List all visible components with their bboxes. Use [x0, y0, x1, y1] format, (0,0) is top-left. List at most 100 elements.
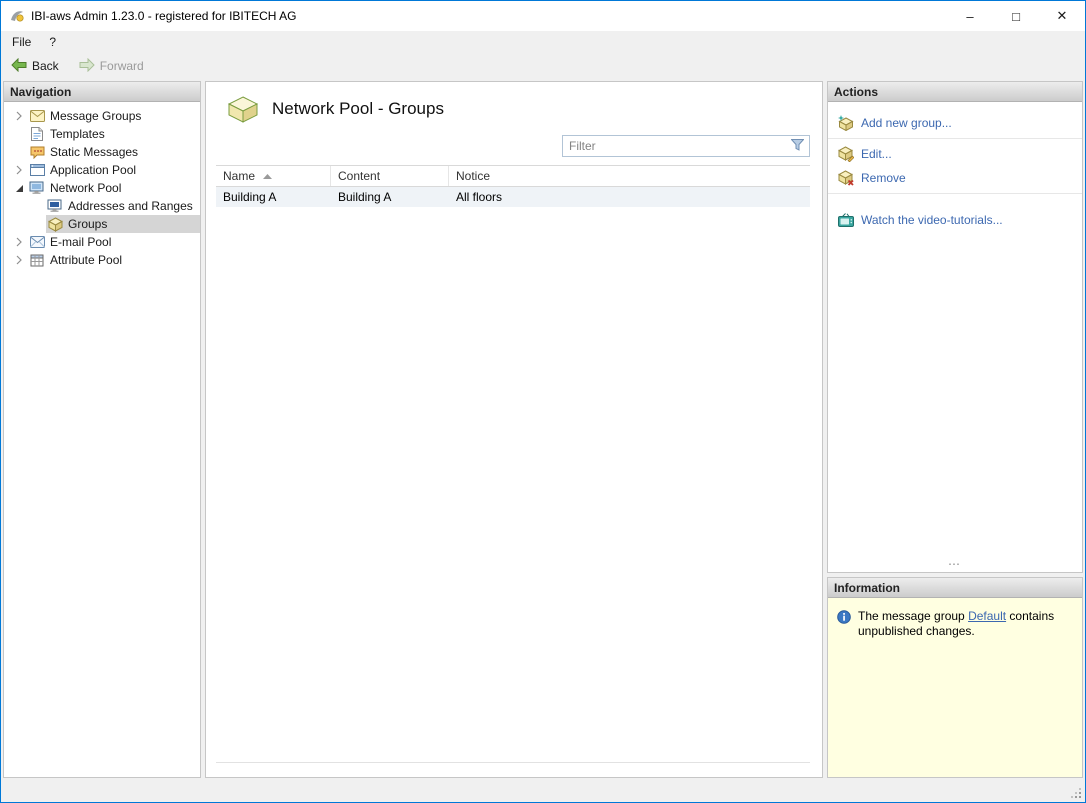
groups-icon	[47, 216, 63, 232]
sidebar-item-static-messages[interactable]: Static Messages	[4, 143, 200, 161]
action-label: Edit...	[861, 147, 892, 161]
sidebar-item-attribute-pool[interactable]: Attribute Pool	[4, 251, 200, 269]
email-pool-icon	[29, 234, 45, 250]
info-icon	[837, 610, 851, 624]
action-label: Watch the video-tutorials...	[861, 213, 1003, 227]
sidebar-item-email-pool[interactable]: E-mail Pool	[4, 233, 200, 251]
sort-ascending-icon	[263, 173, 273, 179]
actions-divider	[828, 193, 1082, 194]
panel-splitter-handle[interactable]: ⋯	[828, 558, 1082, 572]
navigation-header: Navigation	[4, 82, 200, 102]
static-messages-icon	[29, 144, 45, 160]
table-header: Name Content Notice	[216, 166, 810, 187]
sidebar-item-label: Attribute Pool	[50, 253, 123, 267]
toolbar: Back Forward	[1, 53, 1085, 79]
sidebar-item-label: E-mail Pool	[50, 235, 112, 249]
chevron-right-icon[interactable]	[10, 255, 28, 265]
chevron-right-icon[interactable]	[10, 237, 28, 247]
cell-notice: All floors	[456, 190, 503, 204]
action-label: Remove	[861, 171, 906, 185]
navigation-tree: Message Groups Templates Static Messages…	[4, 102, 200, 269]
sidebar-item-label: Templates	[50, 127, 105, 141]
default-message-group-link[interactable]: Default	[968, 609, 1006, 623]
forward-button[interactable]: Forward	[75, 56, 148, 77]
actions-panel: Actions Add new group... Edit... Remove …	[827, 81, 1083, 573]
titlebar: IBI-aws Admin 1.23.0 - registered for IB…	[1, 1, 1085, 31]
network-pool-icon	[29, 180, 45, 196]
window-controls: – □ ✕	[947, 1, 1085, 31]
sidebar-item-groups[interactable]: Groups	[4, 215, 200, 233]
sidebar-item-message-groups[interactable]: Message Groups	[4, 107, 200, 125]
page-title: Network Pool - Groups	[272, 99, 444, 118]
sidebar-item-network-pool[interactable]: Network Pool	[4, 179, 200, 197]
filter-row	[216, 132, 810, 165]
addresses-and-ranges-icon	[47, 198, 63, 214]
information-body: The message group Default contains unpub…	[828, 598, 1082, 639]
sidebar-item-label: Message Groups	[50, 109, 142, 123]
information-header: Information	[828, 578, 1082, 598]
information-panel: Information The message group Default co…	[827, 577, 1083, 778]
navigation-panel: Navigation Message Groups Templates Stat…	[3, 81, 201, 778]
groups-header-icon	[226, 94, 260, 124]
column-header-content[interactable]: Content	[331, 166, 449, 186]
main-panel: Network Pool - Groups Name Content Notic	[205, 81, 823, 778]
sidebar-item-label: Addresses and Ranges	[68, 199, 193, 213]
column-header-name[interactable]: Name	[216, 166, 331, 186]
groups-table: Name Content Notice Building A Building …	[216, 165, 810, 763]
add-group-icon	[838, 115, 854, 131]
filter-box	[562, 135, 810, 157]
filter-input[interactable]	[569, 139, 791, 153]
sidebar-item-addresses-and-ranges[interactable]: Addresses and Ranges	[4, 197, 200, 215]
close-button[interactable]: ✕	[1039, 1, 1085, 31]
back-button[interactable]: Back	[7, 56, 63, 77]
add-new-group-action[interactable]: Add new group...	[828, 111, 1082, 135]
main-header: Network Pool - Groups	[216, 82, 810, 132]
minimize-button[interactable]: –	[947, 1, 993, 31]
remove-action[interactable]: Remove	[828, 166, 1082, 190]
chevron-down-icon[interactable]	[10, 184, 28, 193]
sidebar-item-templates[interactable]: Templates	[4, 125, 200, 143]
watch-video-tutorials-action[interactable]: Watch the video-tutorials...	[828, 208, 1082, 232]
application-pool-icon	[29, 162, 45, 178]
information-text: The message group Default contains unpub…	[858, 609, 1066, 639]
sidebar-item-label: Application Pool	[50, 163, 137, 177]
selected-tree-row[interactable]: Groups	[46, 215, 200, 233]
table-row[interactable]: Building A Building A All floors	[216, 187, 810, 207]
menu-file[interactable]: File	[3, 33, 40, 51]
sidebar-item-label: Static Messages	[50, 145, 139, 159]
maximize-button[interactable]: □	[993, 1, 1039, 31]
info-text-before: The message group	[858, 609, 969, 623]
sidebar-item-application-pool[interactable]: Application Pool	[4, 161, 200, 179]
forward-arrow-icon	[79, 57, 95, 75]
window-title: IBI-aws Admin 1.23.0 - registered for IB…	[31, 9, 297, 23]
column-header-notice[interactable]: Notice	[449, 166, 810, 186]
menu-help[interactable]: ?	[40, 33, 65, 51]
sidebar-item-label: Groups	[68, 217, 108, 231]
right-column: Actions Add new group... Edit... Remove …	[827, 81, 1083, 778]
back-label: Back	[32, 59, 59, 73]
video-tutorials-icon	[838, 212, 854, 228]
attribute-pool-icon	[29, 252, 45, 268]
filter-funnel-icon[interactable]	[790, 138, 805, 154]
remove-group-icon	[838, 170, 854, 186]
actions-header: Actions	[828, 82, 1082, 102]
sidebar-item-label: Network Pool	[50, 181, 122, 195]
cell-name: Building A	[223, 190, 277, 204]
cell-content: Building A	[338, 190, 392, 204]
app-icon	[9, 8, 25, 24]
actions-body: Add new group... Edit... Remove Watch th…	[828, 102, 1082, 572]
menubar: File ?	[1, 31, 1085, 53]
column-label: Name	[223, 169, 256, 183]
edit-group-icon	[838, 146, 854, 162]
edit-action[interactable]: Edit...	[828, 142, 1082, 166]
action-label: Add new group...	[861, 116, 952, 130]
forward-label: Forward	[99, 59, 144, 73]
chevron-right-icon[interactable]	[10, 165, 28, 175]
message-groups-icon	[29, 108, 45, 124]
back-arrow-icon	[11, 57, 27, 75]
resize-grip[interactable]	[1071, 788, 1082, 799]
actions-divider	[828, 138, 1082, 139]
workspace: Navigation Message Groups Templates Stat…	[1, 79, 1085, 780]
templates-icon	[29, 126, 45, 142]
chevron-right-icon[interactable]	[10, 111, 28, 121]
